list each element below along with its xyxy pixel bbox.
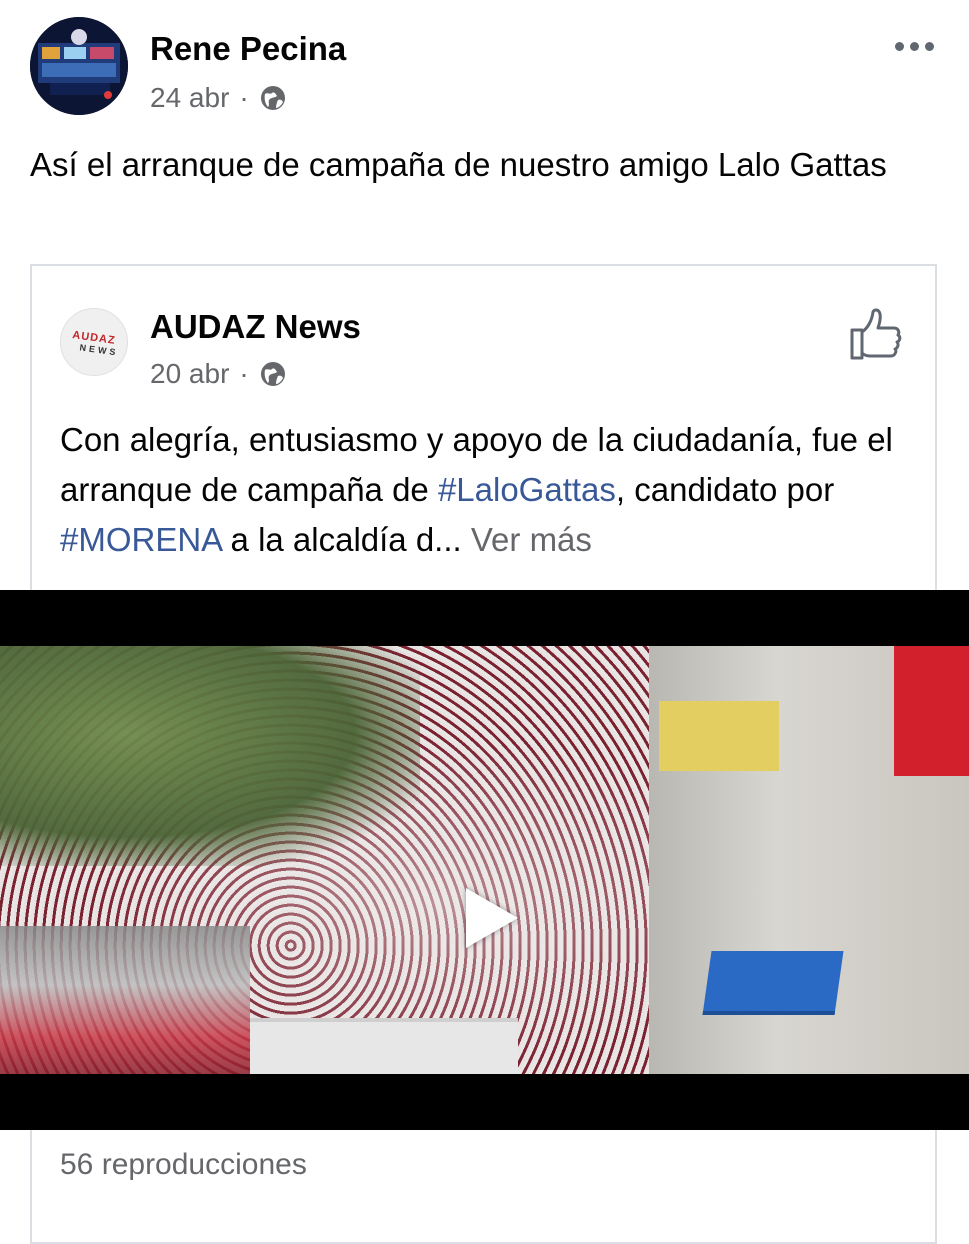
text-segment: a la alcaldía d... [221, 521, 462, 558]
author-avatar[interactable] [30, 17, 128, 115]
text-segment: , candidato por [615, 471, 835, 508]
shared-post-meta: 20 abr · [150, 358, 287, 390]
see-more-link[interactable]: Ver más [462, 521, 592, 558]
dot [925, 41, 934, 51]
post-meta: 24 abr · [150, 82, 287, 114]
thumbnail-trees [0, 646, 420, 866]
dot [910, 41, 919, 51]
more-options-icon[interactable] [895, 36, 935, 56]
shared-post-text: Con alegría, entusiasmo y apoyo de la ci… [60, 415, 920, 565]
thumbnail-awning [702, 951, 844, 1015]
post-date[interactable]: 24 abr [150, 82, 229, 114]
hashtag-link[interactable]: #LaloGattas [438, 471, 616, 508]
meta-separator: · [239, 358, 249, 389]
dot [895, 41, 904, 51]
avatar-image-icon [30, 17, 128, 115]
globe-icon [260, 362, 285, 386]
play-icon[interactable] [466, 888, 518, 948]
post-text: Así el arranque de campaña de nuestro am… [30, 146, 887, 183]
thumbnail-red-sign [894, 646, 969, 776]
video-thumbnail [0, 646, 969, 1074]
thumbnail-cars [0, 926, 250, 1074]
meta-separator: · [239, 82, 249, 113]
video-player[interactable] [0, 590, 969, 1130]
globe-icon [260, 86, 285, 110]
shared-post-date[interactable]: 20 abr [150, 358, 229, 390]
author-name[interactable]: Rene Pecina [150, 30, 346, 68]
shared-author-name[interactable]: AUDAZ News [150, 308, 361, 346]
hashtag-link[interactable]: #MORENA [60, 521, 221, 558]
thumbs-up-icon[interactable] [848, 306, 904, 362]
view-count: 56 reproducciones [60, 1148, 307, 1181]
thumbnail-truck [250, 1018, 518, 1074]
thumbnail-sign [659, 701, 779, 771]
